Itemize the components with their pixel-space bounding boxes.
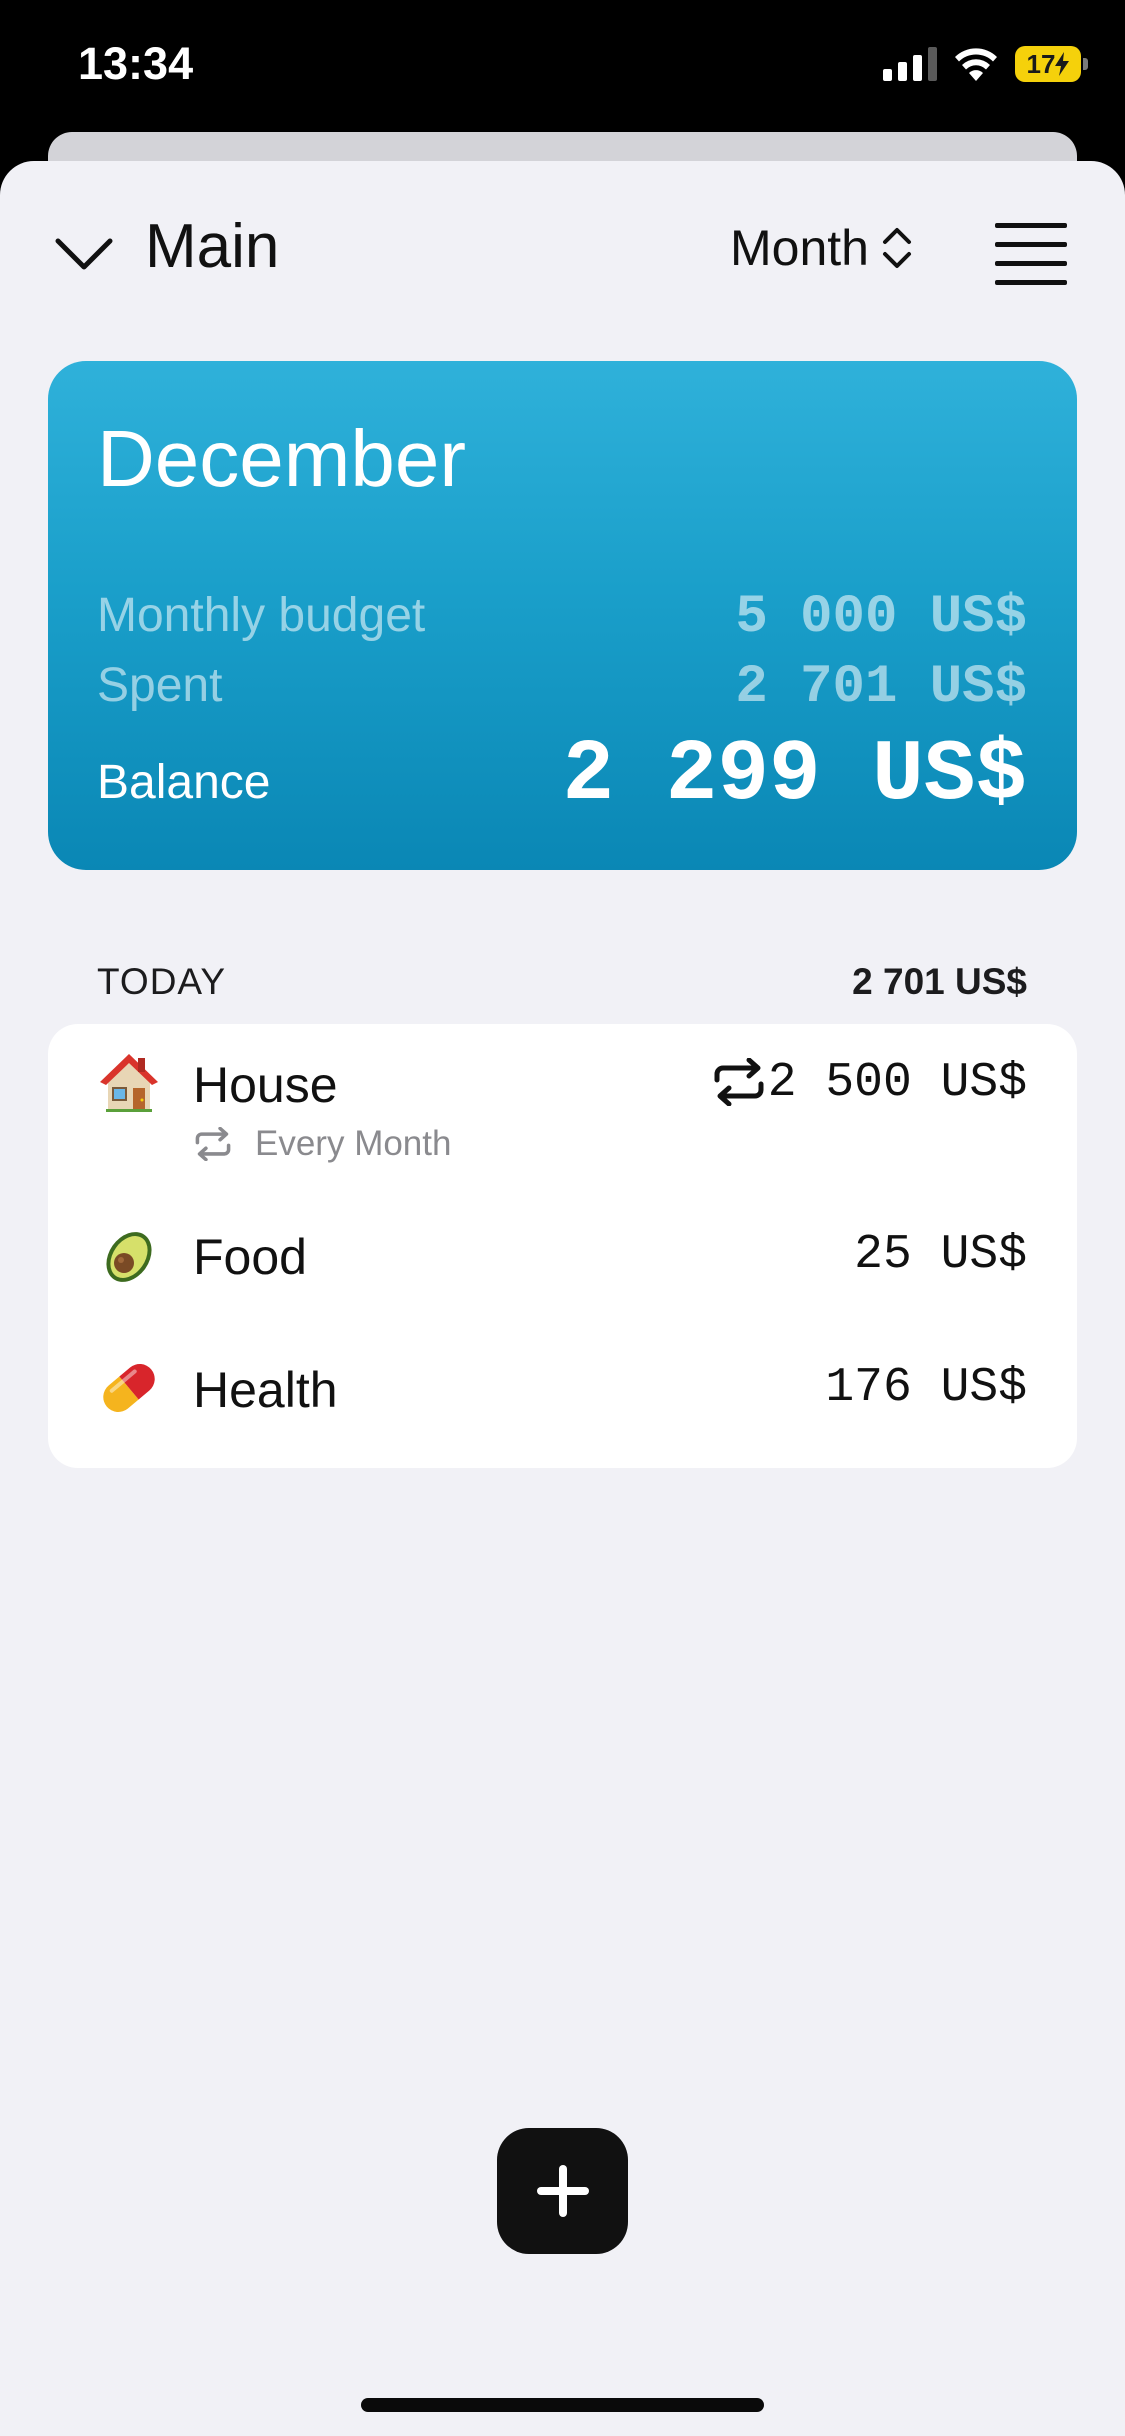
card-month: December: [97, 414, 467, 503]
budget-label: Monthly budget: [97, 589, 426, 642]
budget-summary-card[interactable]: December Monthly budget 5 000 US$ Spent …: [48, 361, 1077, 870]
charging-bolt-icon: [1055, 52, 1070, 76]
recurrence-info: Every Month: [193, 1124, 451, 1164]
transaction-name: Health: [193, 1362, 338, 1418]
status-indicators: 17: [883, 46, 1088, 82]
budget-value: 5 000 US$: [735, 587, 1027, 648]
transaction-name: Food: [193, 1229, 307, 1285]
wifi-icon: [955, 48, 997, 81]
transaction-row-health[interactable]: Health 176 US$: [48, 1357, 1077, 1457]
spent-row: Spent 2 701 US$: [97, 657, 1027, 718]
period-label: Month: [730, 220, 869, 276]
transaction-amount: 176 US$: [825, 1361, 1027, 1415]
section-title: TODAY: [97, 961, 227, 1002]
status-bar: 13:34 17: [0, 0, 1125, 135]
cellular-signal-icon: [883, 47, 937, 81]
section-header: TODAY 2 701 US$: [97, 961, 1027, 1003]
pill-emoji-icon: [103, 1364, 155, 1412]
transaction-row-food[interactable]: Food 25 US$: [48, 1224, 1077, 1324]
repeat-small-icon: [195, 1127, 231, 1161]
transactions-list: House 2 500 US$ Every Month Food 25 US$ …: [48, 1024, 1077, 1468]
balance-row: Balance 2 299 US$: [97, 726, 1027, 824]
repeat-icon: [714, 1058, 764, 1106]
battery-cap: [1083, 58, 1088, 70]
balance-label: Balance: [97, 756, 271, 809]
transaction-amount: 25 US$: [854, 1228, 1027, 1282]
status-time: 13:34: [78, 38, 194, 89]
budget-row: Monthly budget 5 000 US$: [97, 587, 1027, 648]
chevron-down-icon: [55, 238, 113, 270]
balance-value: 2 299 US$: [562, 726, 1027, 824]
battery-level: 17: [1026, 48, 1056, 79]
recurrence-label: Every Month: [255, 1124, 452, 1163]
house-emoji-icon: [100, 1054, 158, 1112]
transaction-amount: 2 500 US$: [767, 1056, 1027, 1110]
transaction-row-house[interactable]: House 2 500 US$ Every Month: [48, 1052, 1077, 1182]
home-indicator: [361, 2398, 764, 2412]
section-total: 2 701 US$: [852, 961, 1027, 1002]
period-picker[interactable]: Month: [730, 219, 913, 277]
plus-icon: [536, 2165, 589, 2217]
battery-icon: 17: [1015, 46, 1088, 82]
spent-label: Spent: [97, 659, 223, 712]
menu-icon: [995, 223, 1067, 285]
chevron-up-down-icon: [882, 228, 911, 268]
menu-button[interactable]: [995, 217, 1067, 289]
add-transaction-button[interactable]: [497, 2128, 628, 2254]
spent-value: 2 701 US$: [735, 657, 1027, 718]
nav-header: Main Month: [0, 161, 1125, 341]
transaction-name: House: [193, 1057, 338, 1113]
collapse-button[interactable]: [52, 223, 116, 287]
avocado-emoji-icon: [106, 1232, 152, 1282]
page-title: Main: [145, 212, 280, 281]
main-sheet: Main Month December Monthly budget 5 000…: [0, 161, 1125, 2436]
